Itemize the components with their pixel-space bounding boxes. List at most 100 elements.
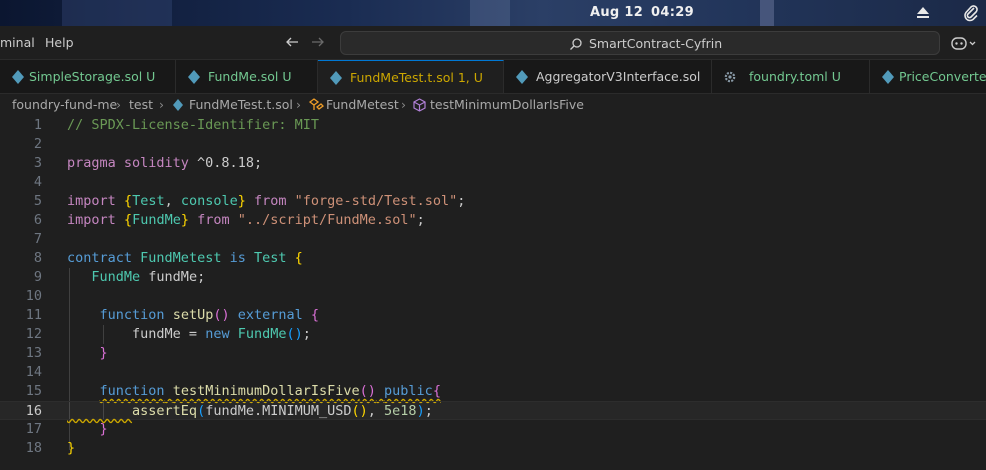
tab-label: FundMe.sol U	[208, 69, 292, 84]
breadcrumb-item[interactable]: testMinimumDollarIsFive	[430, 97, 584, 112]
code-token: {	[123, 193, 133, 209]
code-line: 11 function setUp() external {	[0, 306, 986, 325]
code-token: (	[197, 403, 206, 419]
code-token: ()	[359, 383, 376, 399]
code-line: 14	[0, 363, 986, 382]
code-token: {	[310, 307, 320, 323]
wallpaper-decoration	[62, 0, 172, 26]
code-token: ,	[367, 403, 385, 419]
tab-label: SimpleStorage.sol U	[29, 69, 156, 84]
code-token: fundMe.MINIMUM_USD	[205, 403, 352, 419]
arrow-left-icon[interactable]	[284, 34, 300, 50]
system-clock[interactable]: Aug 12 04:29	[590, 5, 702, 20]
breadcrumb-item[interactable]: FundMeTest.t.sol	[189, 97, 293, 112]
code-token: contract	[67, 250, 133, 266]
line-number: 7	[33, 231, 42, 247]
code-token: ()	[351, 403, 368, 419]
editor-tab-bar: SimpleStorage.sol U FundMe.sol U FundMeT…	[0, 60, 986, 94]
tab-aggregatorv3interface[interactable]: AggregatorV3Interface.sol	[504, 60, 712, 93]
tab-priceconverter[interactable]: PriceConverter	[870, 60, 986, 93]
code-line: 12 fundMe = new FundMe();	[0, 325, 986, 344]
code-line: 2	[0, 135, 986, 154]
line-number: 13	[25, 345, 42, 361]
line-number: 12	[25, 326, 42, 342]
code-token: ;	[416, 212, 425, 228]
line-number: 17	[25, 421, 42, 437]
code-token: {	[123, 212, 133, 228]
code-token: ;	[424, 403, 433, 419]
line-number: 6	[33, 212, 42, 228]
line-number: 15	[25, 383, 42, 399]
line-number: 10	[25, 288, 42, 304]
code-line-current: 16 assertEq(fundMe.MINIMUM_USD(), 5e18);	[0, 401, 986, 420]
breadcrumb-item[interactable]: FundMetest	[326, 97, 399, 112]
code-token: )	[416, 403, 425, 419]
paperclip-icon[interactable]	[962, 4, 980, 22]
solidity-icon	[188, 70, 200, 84]
code-token: from	[188, 212, 238, 228]
line-number: 18	[25, 440, 42, 456]
code-token: fundMe;	[140, 269, 206, 285]
code-token: ;	[457, 193, 466, 209]
line-number: 11	[25, 307, 42, 323]
wallpaper-decoration	[470, 0, 510, 26]
chevron-right-icon: ›	[159, 97, 164, 112]
line-number: 1	[33, 117, 42, 133]
code-token: }	[99, 345, 108, 361]
code-token: ()	[213, 307, 230, 323]
tab-foundry-toml[interactable]: foundry.toml U	[712, 60, 870, 93]
clock-date: Aug 12	[590, 5, 644, 20]
code-line: 10	[0, 287, 986, 306]
code-token: ^0.8.18;	[188, 155, 263, 171]
menu-item-help[interactable]: Help	[45, 35, 74, 50]
copilot-icon[interactable]	[950, 34, 976, 52]
menu-item-terminal[interactable]: minal	[0, 35, 35, 50]
code-token: FundMe	[91, 269, 141, 285]
code-token: {	[432, 383, 441, 399]
tab-fundme[interactable]: FundMe.sol U	[176, 60, 318, 93]
chevron-right-icon: ›	[401, 97, 406, 112]
line-number: 5	[33, 193, 42, 209]
solidity-icon	[516, 70, 528, 84]
code-token: Test	[132, 193, 165, 209]
code-token: }	[99, 421, 108, 437]
code-line: 9 FundMe fundMe;	[0, 268, 986, 287]
code-token: from	[245, 193, 295, 209]
breadcrumb-item[interactable]: foundry-fund-me	[12, 97, 117, 112]
code-line: 4	[0, 173, 986, 192]
solidity-icon	[12, 70, 24, 84]
code-line: 13 }	[0, 344, 986, 363]
code-token: external	[237, 307, 303, 323]
tab-label: PriceConverter	[899, 69, 986, 84]
code-line: 8 contract FundMetest is Test {	[0, 249, 986, 268]
workspace-name: SmartContract-Cyfrin	[589, 36, 723, 51]
code-line: 1 // SPDX-License-Identifier: MIT	[0, 116, 986, 135]
code-line: 6 import {FundMe} from "../script/FundMe…	[0, 211, 986, 230]
tab-label: FundMeTest.t.sol 1, U	[350, 70, 483, 85]
code-token: FundMetest	[140, 250, 222, 266]
code-editor[interactable]: 1 // SPDX-License-Identifier: MIT 2 3 pr…	[0, 116, 986, 470]
tab-fundmetest[interactable]: FundMeTest.t.sol 1, U	[318, 60, 504, 93]
code-token: }	[237, 193, 246, 209]
code-line: 5 import {Test, console} from "forge-std…	[0, 192, 986, 211]
arrow-right-icon[interactable]	[310, 34, 326, 50]
code-line: 15 function testMinimumDollarIsFive() pu…	[0, 382, 986, 401]
solidity-icon	[330, 71, 342, 85]
clock-time: 04:29	[651, 5, 694, 20]
solidity-icon	[882, 70, 894, 84]
command-center[interactable]: SmartContract-Cyfrin	[340, 31, 940, 55]
tab-label: foundry.toml U	[749, 69, 841, 84]
breadcrumb-item[interactable]: test	[129, 97, 153, 112]
os-top-bar: Aug 12 04:29	[0, 0, 986, 26]
tab-simplestorage[interactable]: SimpleStorage.sol U	[0, 60, 176, 93]
code-line: 7	[0, 230, 986, 249]
gear-icon	[724, 71, 736, 83]
eject-icon[interactable]	[914, 4, 932, 22]
title-bar: minal Help SmartContract-Cyfrin	[0, 26, 986, 60]
code-token: FundMe	[237, 326, 287, 342]
code-token: }	[180, 212, 189, 228]
line-number: 14	[25, 364, 42, 380]
code-token: Test	[254, 250, 287, 266]
code-token: function	[99, 307, 165, 323]
code-token: fundMe =	[132, 326, 206, 342]
